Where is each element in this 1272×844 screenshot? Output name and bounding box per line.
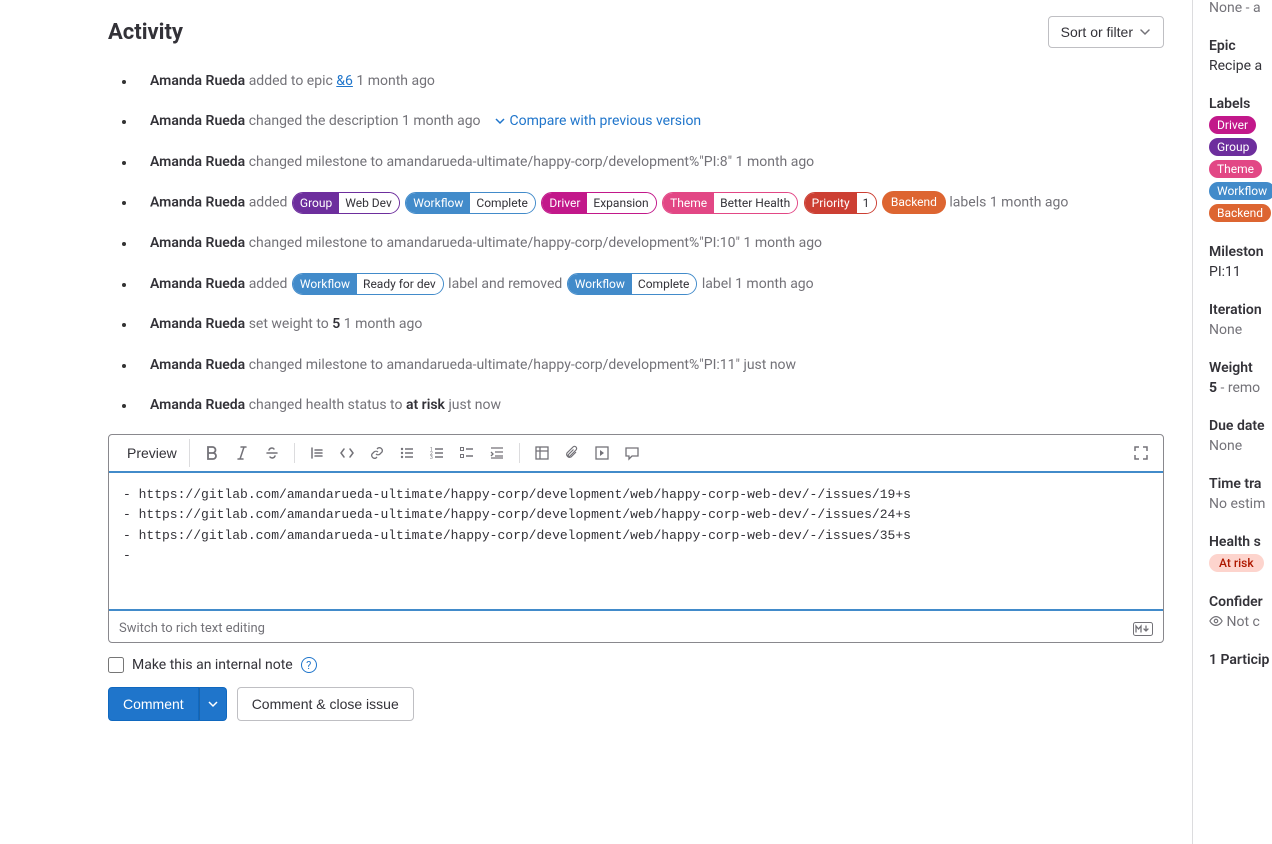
bold-icon[interactable] xyxy=(198,439,226,467)
comment-close-button[interactable]: Comment & close issue xyxy=(237,687,414,721)
label-pill[interactable]: WorkflowComplete xyxy=(567,273,698,295)
comment-template-icon[interactable] xyxy=(618,439,646,467)
link-icon[interactable] xyxy=(363,439,391,467)
activity-item: Amanda Rueda changed health status to at… xyxy=(108,394,1164,416)
attachment-icon[interactable] xyxy=(558,439,586,467)
right-sidebar: None - a Epic Recipe a Labels Driver Grou… xyxy=(1192,0,1272,844)
label-pill[interactable]: Backend xyxy=(882,191,946,214)
sidebar-label[interactable]: Group xyxy=(1209,138,1257,156)
switch-rich-text-link[interactable]: Switch to rich text editing xyxy=(119,621,265,636)
indent-icon[interactable] xyxy=(483,439,511,467)
label-pill[interactable]: ThemeBetter Health xyxy=(662,192,798,214)
label-pill[interactable]: DriverExpansion xyxy=(541,192,656,214)
table-icon[interactable] xyxy=(528,439,556,467)
task-list-icon[interactable] xyxy=(453,439,481,467)
confidentiality-title: Confider xyxy=(1209,594,1272,610)
internal-note-label: Make this an internal note xyxy=(132,657,293,673)
compare-link[interactable]: Compare with previous version xyxy=(494,113,701,129)
markdown-icon[interactable] xyxy=(1133,622,1153,636)
time-tracking-value: No estim xyxy=(1209,496,1272,512)
preview-button[interactable]: Preview xyxy=(117,439,190,467)
internal-note-row: Make this an internal note ? xyxy=(108,657,1164,673)
activity-item: Amanda Rueda added GroupWeb Dev Workflow… xyxy=(108,191,1164,214)
confidentiality-value: Not c xyxy=(1209,614,1272,630)
chevron-down-icon xyxy=(1139,26,1151,38)
label-pill[interactable]: Priority1 xyxy=(804,192,878,214)
sidebar-label[interactable]: Backend xyxy=(1209,204,1271,222)
due-date-title: Due date xyxy=(1209,418,1272,434)
participants-title: 1 Particip xyxy=(1209,652,1272,668)
activity-item: Amanda Rueda set weight to 5 1 month ago xyxy=(108,313,1164,335)
strikethrough-icon[interactable] xyxy=(258,439,286,467)
iteration-value: None xyxy=(1209,322,1272,338)
assignees-value: None - a xyxy=(1209,0,1272,16)
sort-filter-button[interactable]: Sort or filter xyxy=(1048,16,1164,48)
activity-item: Amanda Rueda changed the description 1 m… xyxy=(108,110,1164,132)
activity-item: Amanda Rueda added WorkflowReady for dev… xyxy=(108,273,1164,295)
health-status-title: Health s xyxy=(1209,534,1272,550)
comment-button[interactable]: Comment xyxy=(108,687,199,721)
sidebar-label[interactable]: Theme xyxy=(1209,160,1262,178)
main-content: Activity Sort or filter Amanda Rueda add… xyxy=(0,0,1192,844)
code-icon[interactable] xyxy=(333,439,361,467)
comment-dropdown-button[interactable] xyxy=(199,687,227,721)
sidebar-label[interactable]: Workflow xyxy=(1209,182,1272,200)
internal-note-checkbox[interactable] xyxy=(108,657,124,673)
italic-icon[interactable] xyxy=(228,439,256,467)
epic-value: Recipe a xyxy=(1209,58,1272,74)
editor-toolbar: Preview 123 xyxy=(109,435,1163,472)
activity-item: Amanda Rueda changed milestone to amanda… xyxy=(108,354,1164,376)
activity-heading: Activity xyxy=(108,20,183,45)
milestone-title: Mileston xyxy=(1209,244,1272,260)
weight-value: 5 - remo xyxy=(1209,380,1272,396)
time-tracking-title: Time tra xyxy=(1209,476,1272,492)
activity-item: Amanda Rueda added to epic &6 1 month ag… xyxy=(108,70,1164,92)
numbered-list-icon[interactable]: 123 xyxy=(423,439,451,467)
comment-editor: Preview 123 Switch to rich text editing xyxy=(108,434,1164,643)
label-pill[interactable]: WorkflowComplete xyxy=(405,192,536,214)
quote-icon[interactable] xyxy=(303,439,331,467)
milestone-value: PI:11 xyxy=(1209,264,1272,280)
activity-list: Amanda Rueda added to epic &6 1 month ag… xyxy=(108,70,1164,416)
epic-title: Epic xyxy=(1209,38,1272,54)
health-status-badge: At risk xyxy=(1209,554,1264,572)
fullscreen-icon[interactable] xyxy=(1127,439,1155,467)
label-pill[interactable]: WorkflowReady for dev xyxy=(292,273,444,295)
comment-textarea[interactable] xyxy=(109,471,1163,611)
details-icon[interactable] xyxy=(588,439,616,467)
weight-title: Weight xyxy=(1209,360,1272,376)
svg-text:3: 3 xyxy=(430,455,433,461)
iteration-title: Iteration xyxy=(1209,302,1272,318)
labels-title: Labels xyxy=(1209,96,1272,112)
bullet-list-icon[interactable] xyxy=(393,439,421,467)
activity-item: Amanda Rueda changed milestone to amanda… xyxy=(108,151,1164,173)
due-date-value: None xyxy=(1209,438,1272,454)
help-icon[interactable]: ? xyxy=(301,657,317,673)
sidebar-label[interactable]: Driver xyxy=(1209,116,1256,134)
activity-item: Amanda Rueda changed milestone to amanda… xyxy=(108,232,1164,254)
epic-link[interactable]: &6 xyxy=(336,73,353,89)
label-pill[interactable]: GroupWeb Dev xyxy=(292,192,400,214)
sort-filter-label: Sort or filter xyxy=(1061,24,1133,40)
